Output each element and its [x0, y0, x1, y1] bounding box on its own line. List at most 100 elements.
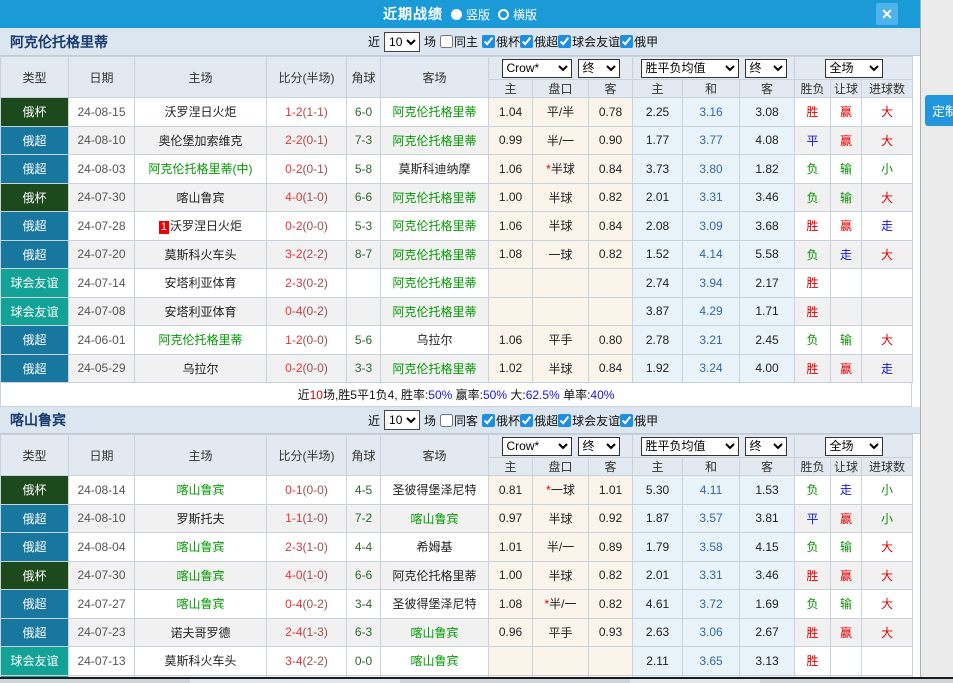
subcol-avg-draw: 和: [683, 80, 740, 98]
wdl-avg-select-2[interactable]: 胜平负均值: [641, 437, 739, 456]
table-row: 球会友谊 24-07-08 安塔利亚体育 0-4(0-2) 阿克伦托格里蒂 3.…: [1, 297, 913, 326]
result-handicap: 输: [831, 533, 862, 562]
league-checkbox[interactable]: [620, 35, 633, 48]
near-label: 近: [368, 33, 380, 50]
league-filter-0[interactable]: 俄杯: [482, 33, 520, 50]
result-handicap: 赢: [831, 212, 862, 241]
table-row: 俄杯 24-08-15 沃罗涅日火炬 1-2(1-1) 6-0 阿克伦托格里蒂 …: [1, 98, 913, 127]
league-filter-3[interactable]: 俄甲: [620, 412, 658, 429]
league-checkbox[interactable]: [558, 414, 571, 427]
avg-home-odds: 5.30: [633, 476, 683, 505]
odds-handicap: 半球: [533, 561, 589, 590]
table-row: 俄杯 24-07-30 喀山鲁宾 4-0(1-0) 6-6 阿克伦托格里蒂 1.…: [1, 561, 913, 590]
odds-handicap: 平/半: [533, 98, 589, 127]
scope-select-2[interactable]: 全场: [825, 437, 883, 456]
handicap-label: 平/半: [547, 105, 574, 119]
league-checkbox[interactable]: [482, 35, 495, 48]
match-date: 24-08-03: [69, 155, 135, 184]
subcol-handicap-home-2: 主: [489, 458, 533, 476]
same-venue-checkbox-2[interactable]: 同客: [440, 412, 478, 429]
bookmaker-select-2[interactable]: Crow*: [502, 437, 572, 456]
rank-badge: 1: [159, 221, 169, 234]
league-filter-3[interactable]: 俄甲: [620, 33, 658, 50]
final-select-3[interactable]: 终: [578, 437, 620, 456]
league-checkbox[interactable]: [520, 35, 533, 48]
league-filter-1[interactable]: 俄超: [520, 412, 558, 429]
corner-score: 6-6: [347, 183, 381, 212]
result-goals: 小: [862, 476, 913, 505]
final-select-1[interactable]: 终: [578, 59, 620, 78]
table-row: 俄杯 24-07-30 喀山鲁宾 4-0(1-0) 6-6 阿克伦托格里蒂 1.…: [1, 183, 913, 212]
fulltime-score: 1-1: [285, 511, 302, 525]
recent-count-select-2[interactable]: 10: [384, 410, 420, 430]
league-label: 俄杯: [496, 33, 520, 50]
match-date: 24-07-23: [69, 618, 135, 647]
wdl-avg-select[interactable]: 胜平负均值: [641, 59, 739, 78]
score: 2-4(1-3): [267, 618, 347, 647]
odds-away: 0.84: [589, 155, 633, 184]
horizontal-scrollbar[interactable]: [0, 677, 953, 683]
odds-away: [589, 647, 633, 676]
away-team: 圣彼得堡泽尼特: [392, 483, 476, 497]
score: 0-4(0-2): [267, 297, 347, 326]
vertical-layout-radio[interactable]: 竖版: [451, 6, 490, 23]
result-wdl: 胜: [795, 297, 831, 326]
avg-draw-odds: 3.21: [683, 326, 740, 355]
customize-button[interactable]: 定制: [925, 95, 953, 126]
avg-draw-odds: 3.16: [683, 98, 740, 127]
avg-home-odds: 3.73: [633, 155, 683, 184]
match-date: 24-07-13: [69, 647, 135, 676]
same-venue-checkbox-input[interactable]: [440, 35, 453, 48]
league-checkbox[interactable]: [620, 414, 633, 427]
league-filter-2[interactable]: 球会友谊: [558, 33, 620, 50]
league-badge: 俄超: [1, 533, 69, 562]
subcol-handicap-away-2: 客: [589, 458, 633, 476]
same-venue-checkbox-input-2[interactable]: [440, 414, 453, 427]
final-select-2[interactable]: 终: [745, 59, 787, 78]
league-label: 俄甲: [634, 33, 658, 50]
result-goals: 小: [862, 504, 913, 533]
home-team-matches-table: 类型 日期 主场 比分(半场) 角球 客场 Crow* 终 胜平负均值 终: [0, 56, 913, 383]
handicap-label: 半球: [548, 219, 572, 233]
same-venue-checkbox[interactable]: 同主: [440, 33, 478, 50]
score: 2-2(0-1): [267, 126, 347, 155]
bookmaker-select[interactable]: Crow*: [502, 59, 572, 78]
league-filter-1[interactable]: 俄超: [520, 33, 558, 50]
result-goals: 大: [862, 561, 913, 590]
result-goals: 大: [862, 183, 913, 212]
odds-home: [489, 297, 533, 326]
away-team: 阿克伦托格里蒂: [392, 276, 476, 290]
result-handicap: 赢: [831, 618, 862, 647]
final-select-4[interactable]: 终: [745, 437, 787, 456]
horizontal-layout-radio[interactable]: 横版: [498, 6, 537, 23]
result-wdl: 平: [795, 504, 831, 533]
league-checkbox[interactable]: [520, 414, 533, 427]
scope-select[interactable]: 全场: [825, 59, 883, 78]
avg-away-odds: 4.08: [740, 126, 795, 155]
close-icon[interactable]: ✕: [876, 3, 898, 25]
handicap-label: 平手: [548, 626, 572, 640]
away-team: 阿克伦托格里蒂: [392, 362, 476, 376]
league-filter-2[interactable]: 球会友谊: [558, 412, 620, 429]
league-filter-group-2: 俄杯俄超球会友谊俄甲: [482, 412, 658, 429]
result-handicap: 输: [831, 326, 862, 355]
subcol-handicap-result: 让球: [831, 80, 862, 98]
summary-segment: 大:: [507, 386, 526, 403]
avg-away-odds: 1.82: [740, 155, 795, 184]
league-badge: 俄杯: [1, 561, 69, 590]
league-checkbox[interactable]: [558, 35, 571, 48]
recent-count-select[interactable]: 10: [384, 32, 420, 52]
league-filter-0[interactable]: 俄杯: [482, 412, 520, 429]
avg-draw-odds: 3.72: [683, 590, 740, 619]
away-team: 喀山鲁宾: [410, 654, 458, 668]
league-badge: 俄杯: [1, 98, 69, 127]
league-checkbox[interactable]: [482, 414, 495, 427]
home-team: 罗斯托夫: [176, 512, 224, 526]
avg-home-odds: 2.01: [633, 561, 683, 590]
col-type: 类型: [1, 57, 69, 98]
result-wdl: 负: [795, 326, 831, 355]
score: 0-1(0-0): [267, 476, 347, 505]
odds-away: 0.82: [589, 561, 633, 590]
avg-home-odds: 1.87: [633, 504, 683, 533]
league-badge: 俄超: [1, 618, 69, 647]
